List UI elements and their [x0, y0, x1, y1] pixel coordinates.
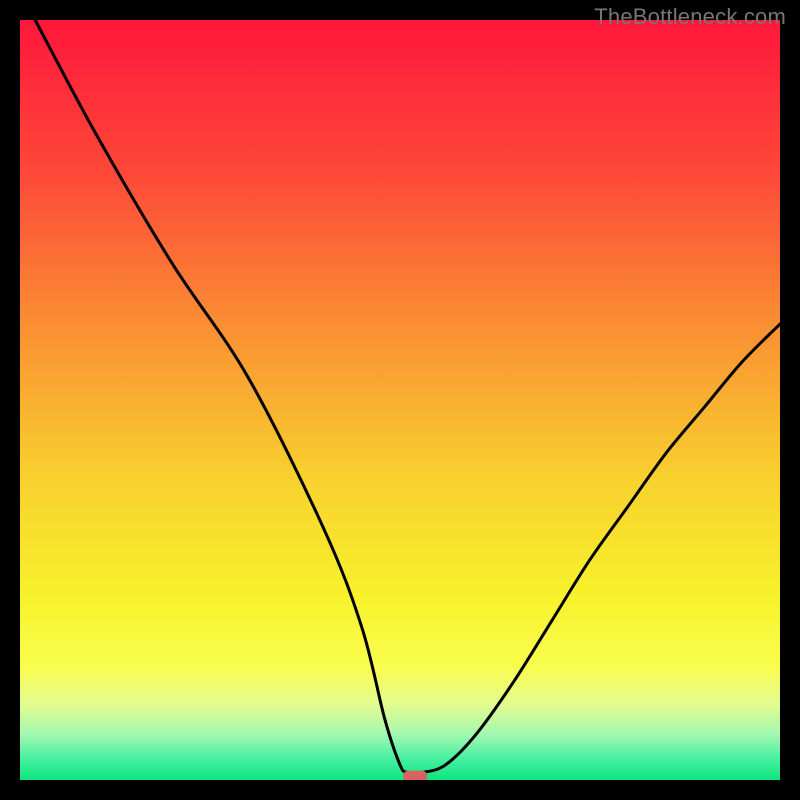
- optimal-marker: [403, 771, 427, 780]
- gradient-background: [20, 20, 780, 780]
- chart-container: TheBottleneck.com: [0, 0, 800, 800]
- bottleneck-chart: [20, 20, 780, 780]
- watermark-text: TheBottleneck.com: [594, 4, 786, 30]
